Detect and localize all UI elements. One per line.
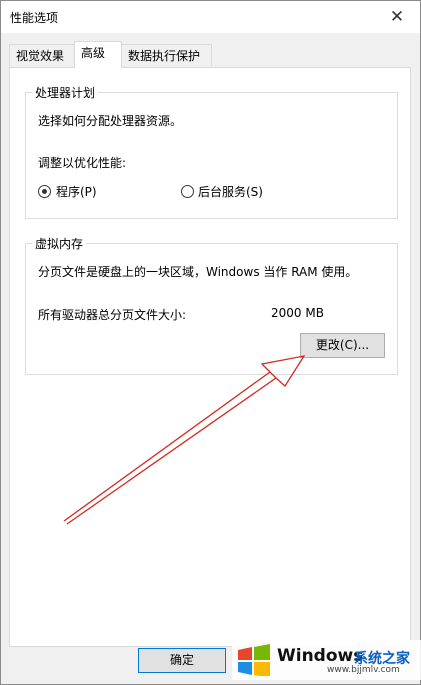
windows-logo-icon xyxy=(238,644,270,676)
virtual-memory-group: 虚拟内存 分页文件是硬盘上的一块区域，Windows 当作 RAM 使用。 所有… xyxy=(25,235,398,375)
ok-button[interactable]: 确定 xyxy=(138,648,226,673)
total-paging-size-label: 所有驱动器总分页文件大小: xyxy=(38,308,187,322)
performance-options-window: 性能选项 ✕ 视觉效果 高级 数据执行保护 处理器计划 选择如何分配处理器资源。… xyxy=(0,0,421,685)
tab-panel-advanced: 处理器计划 选择如何分配处理器资源。 调整以优化性能: 程序(P) 后台服务(S… xyxy=(9,67,411,647)
tab-advanced[interactable]: 高级 xyxy=(74,41,122,68)
watermark-brand: Windows xyxy=(277,646,364,666)
radio-programs-indicator[interactable] xyxy=(38,185,51,198)
radio-background-services-indicator[interactable] xyxy=(181,185,194,198)
title-bar: 性能选项 ✕ xyxy=(1,1,420,33)
total-paging-size-value: 2000 MB xyxy=(271,306,324,320)
tab-dep[interactable]: 数据执行保护 xyxy=(121,44,212,66)
watermark: Windows 系统之家 www.bjjmlv.com xyxy=(232,640,421,680)
radio-programs-label[interactable]: 程序(P) xyxy=(56,183,97,200)
adjust-performance-label: 调整以优化性能: xyxy=(38,156,127,170)
processor-scheduling-group: 处理器计划 选择如何分配处理器资源。 调整以优化性能: 程序(P) 后台服务(S… xyxy=(25,84,398,219)
close-icon[interactable]: ✕ xyxy=(374,1,420,33)
processor-scheduling-legend: 处理器计划 xyxy=(32,84,99,101)
tab-visual-effects[interactable]: 视觉效果 xyxy=(9,44,75,66)
radio-background-services-label[interactable]: 后台服务(S) xyxy=(198,183,263,200)
change-button[interactable]: 更改(C)... xyxy=(300,333,385,358)
paging-file-description: 分页文件是硬盘上的一块区域，Windows 当作 RAM 使用。 xyxy=(38,265,358,279)
tab-strip: 视觉效果 高级 数据执行保护 xyxy=(9,41,411,68)
virtual-memory-legend: 虚拟内存 xyxy=(32,235,87,252)
watermark-url: www.bjjmlv.com xyxy=(327,665,400,675)
processor-description: 选择如何分配处理器资源。 xyxy=(38,114,183,128)
window-title: 性能选项 xyxy=(10,11,59,25)
